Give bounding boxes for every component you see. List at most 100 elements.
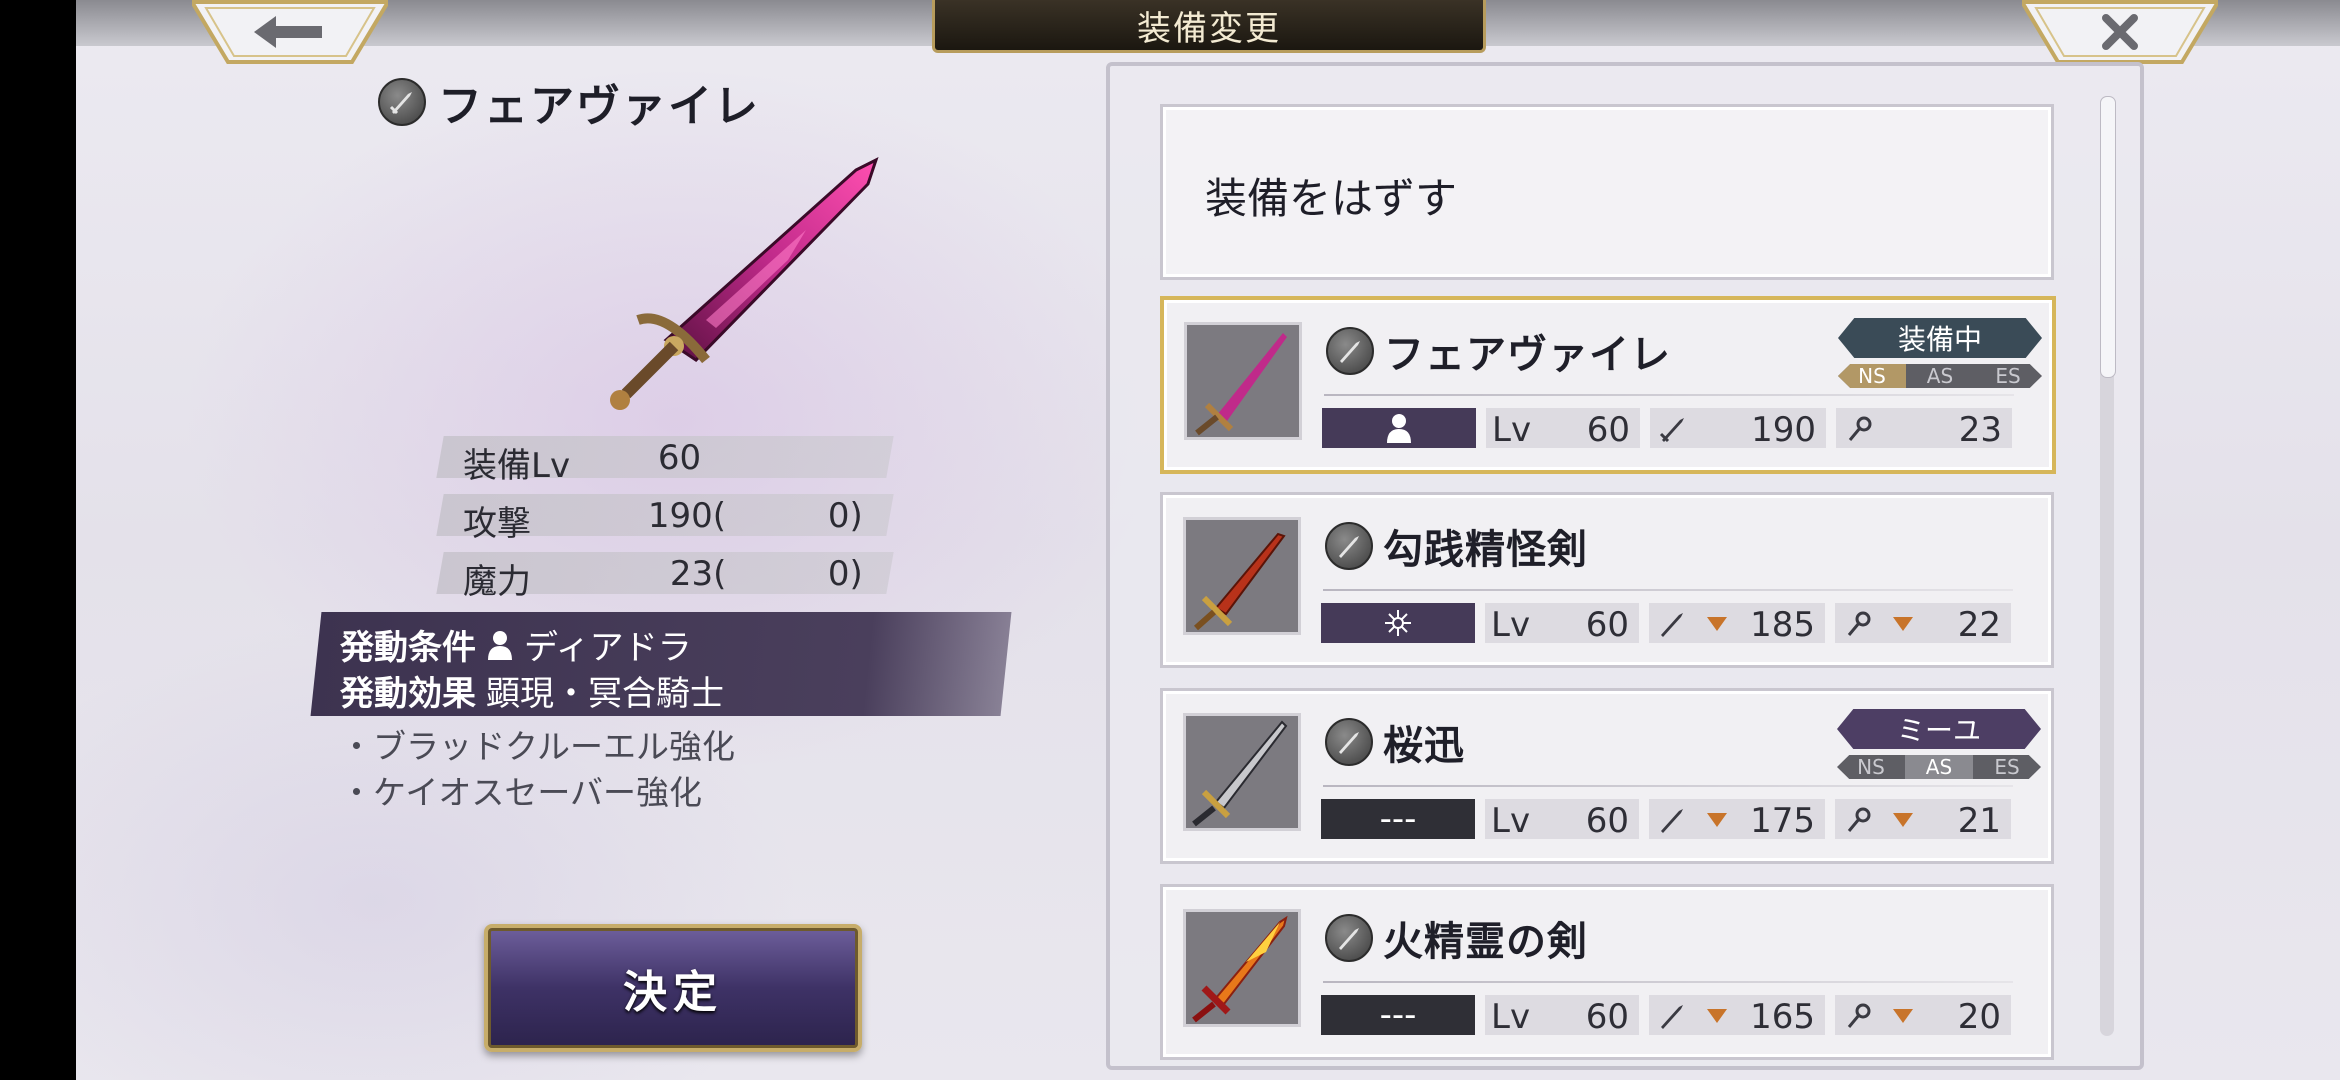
weapon-card-1[interactable]: フェアヴァイレ 装備中 NS AS ES Lv 60 190 23 [1160,296,2056,474]
attack-value: 190 [1751,410,1816,450]
effect-line: 発動効果 顕現・冥合騎士 [340,666,724,715]
weapon-card-4[interactable]: 火精霊の剣 --- Lv 60 165 20 [1160,884,2054,1060]
star-element-icon [1385,610,1411,636]
screen: 装備変更 フェアヴァイレ 装備Lv 60 攻撃 190( 0) 魔力 23(0… [76,0,2340,1080]
level-label: Lv [1491,997,1531,1037]
stat-label: 装備Lv [463,446,571,486]
attack-field: 190 [1650,408,1826,450]
down-arrow-icon [1893,617,1913,631]
sword-icon [1661,613,1683,637]
page-title: 装備変更 [932,0,1486,53]
down-arrow-icon [1893,1009,1913,1023]
magic-value: 22 [1957,605,2001,645]
sword-icon [1661,1005,1683,1029]
weapon-name: 火精霊の剣 [1383,918,1588,965]
sword-icon [1659,418,1684,443]
stat-bonus: 0) [827,496,863,536]
weapon-header: フェアヴァイレ [378,72,760,132]
decide-label: 決定 [623,967,723,1018]
stat-value: 60 [657,438,702,478]
down-arrow-icon [1707,617,1727,631]
weapon-card-3[interactable]: 桜迅 ミーユ NS AS ES --- Lv 60 175 21 [1160,688,2054,864]
condition-line: 発動条件 ディアドラ [340,620,692,669]
staff-icon [1847,1003,1871,1028]
sword-type-icon [1325,718,1373,766]
element-slot [1321,603,1475,643]
stat-value: 190( [647,496,726,536]
level-field: Lv 60 [1485,995,1639,1037]
character-icon [1387,414,1411,443]
as-slot: AS [1926,364,1954,388]
level-value: 60 [1585,997,1629,1037]
weapon-name-row: 勾践精怪剣 [1325,517,1588,575]
weapon-thumbnail [1183,517,1301,635]
scrollbar-thumb[interactable] [2100,96,2116,378]
arrow-left-icon [254,16,322,48]
level-field: Lv 60 [1486,408,1640,450]
unequip-label: 装備をはずす [1205,174,1458,223]
attack-field: 175 [1649,799,1825,841]
level-field: Lv 60 [1485,799,1639,841]
skill-slots-badge: NS AS ES [1837,755,2041,779]
stat-bonus: 0) [827,554,863,594]
stat-row-magic: 魔力 23( 0) [436,552,894,602]
attack-value: 165 [1750,997,1815,1037]
decide-button[interactable]: 決定 [484,924,862,1052]
attack-value: 175 [1750,801,1815,841]
weapon-name: 桜迅 [1383,722,1465,769]
sword-type-icon [378,78,426,126]
sword-type-icon [1325,914,1373,962]
divider [1323,589,2013,591]
weapon-thumbnail [1183,713,1301,831]
effect-value: 顕現・冥合騎士 [486,674,724,714]
magic-value: 21 [1957,801,2001,841]
character-slot [1322,408,1476,448]
down-arrow-icon [1893,813,1913,827]
stat-row-level: 装備Lv 60 [436,436,894,486]
magic-field: 21 [1835,799,2011,841]
staff-icon [1847,611,1871,636]
weapon-name-row: 火精霊の剣 [1325,909,1588,967]
staff-icon [1847,807,1871,832]
element-slot: --- [1321,995,1475,1035]
sword-type-icon [1326,327,1374,375]
sword-icon [1661,809,1683,833]
weapon-card-2[interactable]: 勾践精怪剣 Lv 60 185 22 [1160,492,2054,668]
ns-slot: NS [1857,755,1885,779]
magic-field: 20 [1835,995,2011,1037]
stat-label: 魔力 [463,562,532,602]
attack-field: 165 [1649,995,1825,1037]
stat-row-attack: 攻撃 190( 0) [436,494,894,544]
back-button[interactable] [192,0,388,64]
close-button[interactable] [2022,0,2218,64]
stat-label: 攻撃 [463,504,532,544]
status-badge: 装備中 [1838,318,2042,358]
owner-badge: ミーユ [1837,709,2041,749]
sword-type-icon [1325,522,1373,570]
condition-label: 発動条件 [340,628,476,668]
as-slot: AS [1905,755,1973,779]
divider [1323,785,2013,787]
attack-value: 185 [1750,605,1815,645]
skill-slots-badge: NS AS ES [1838,364,2042,388]
character-icon [488,630,512,660]
weapon-name: 勾践精怪剣 [1383,526,1588,573]
level-label: Lv [1491,605,1531,645]
divider [1323,981,2013,983]
level-value: 60 [1585,605,1629,645]
element-slot: --- [1321,799,1475,839]
divider [1324,394,2014,396]
es-slot: ES [1994,755,2020,779]
down-arrow-icon [1707,1009,1727,1023]
attack-field: 185 [1649,603,1825,645]
level-label: Lv [1491,801,1531,841]
close-icon [2102,14,2138,50]
weapon-name: フェアヴァイレ [1384,331,1671,378]
es-slot: ES [1995,364,2021,388]
staff-icon [1848,416,1872,441]
weapon-art [610,157,879,410]
unequip-button[interactable]: 装備をはずす [1160,104,2054,280]
level-value: 60 [1586,410,1630,450]
stat-value: 23( [669,554,727,594]
effect-bullet: ・ブラッドクルーエル強化 [340,727,736,766]
